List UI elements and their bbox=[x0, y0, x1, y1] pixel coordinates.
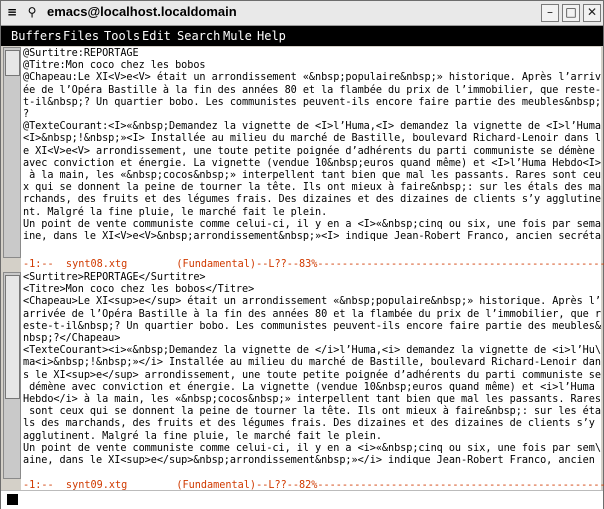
text-line: s le XI<sup>e</sup> arrondissement, une … bbox=[23, 369, 601, 381]
lower-scrollbar-thumb[interactable] bbox=[5, 275, 20, 399]
text-line: Un point de vente communiste comme celui… bbox=[23, 442, 601, 454]
text-line: @Chapeau:Le XI<V>e<V> était un arrondiss… bbox=[23, 72, 601, 84]
menu-buffers[interactable]: Buffers bbox=[11, 29, 62, 43]
text-line: @Titre:Mon coco chez les bobos bbox=[23, 60, 206, 72]
pin-icon[interactable]: ⚲ bbox=[25, 5, 39, 19]
menu-files[interactable]: Files bbox=[63, 29, 99, 43]
menu-help[interactable]: Help bbox=[257, 29, 286, 43]
text-line: ma<i>&nbsp;!&nbsp;»</i> Installée au mil… bbox=[23, 357, 601, 369]
minibuffer[interactable] bbox=[1, 490, 603, 509]
text-line: arrivée de l’Opéra Bastille à la fin des… bbox=[23, 308, 601, 320]
text-line: t-il&nbsp;? Un quartier bobo. Les commun… bbox=[23, 96, 601, 108]
upper-mode-line-text: -1:-- synt08.xtg (Fundamental)--L??--83%… bbox=[23, 259, 604, 270]
text-line: <I>&nbsp;!&nbsp;»<I> Installée au milieu… bbox=[23, 133, 601, 145]
minimize-icon[interactable]: – bbox=[541, 4, 559, 22]
text-line: @Surtitre:REPORTAGE bbox=[23, 48, 139, 59]
menu-mule[interactable]: Mule bbox=[223, 29, 252, 43]
window-title: emacs@localhost.localdomain bbox=[47, 4, 237, 19]
text-line: avec conviction et énergie. La vignette … bbox=[23, 157, 601, 169]
text-line: démène avec conviction et énergie. La vi… bbox=[23, 381, 601, 393]
lower-buffer-text[interactable]: <Surtitre>REPORTAGE</Surtitre> <Titre>Mon… bbox=[21, 271, 601, 479]
text-line: rchands, des fruits et des légumes frais… bbox=[23, 194, 601, 206]
upper-scrollbar[interactable] bbox=[3, 47, 21, 258]
menu-edit[interactable]: Edit bbox=[142, 29, 171, 43]
text-line: nt. Malgré la fine pluie, le marché fait… bbox=[23, 206, 328, 218]
text-line: sont ceux qui se donnent la peine de tou… bbox=[23, 406, 601, 418]
text-line: <Chapeau>Le XI<sup>e</sup> était un arro… bbox=[23, 296, 601, 308]
emacs-window: ≡ ⚲ emacs@localhost.localdomain – □ ✕ Bu… bbox=[0, 0, 604, 509]
upper-scrollbar-thumb[interactable] bbox=[5, 50, 20, 76]
text-line: @TexteCourant:<I>«&nbsp;Demandez la vign… bbox=[23, 121, 601, 133]
cursor-block-icon bbox=[7, 494, 18, 505]
text-line: ls des marchands, des fruits et des légu… bbox=[23, 418, 601, 430]
menu-bar: Buffers Files Tools Edit Search Mule Hel… bbox=[1, 26, 603, 46]
title-bar[interactable]: ≡ ⚲ emacs@localhost.localdomain – □ ✕ bbox=[1, 1, 603, 26]
maximize-icon[interactable]: □ bbox=[562, 4, 580, 22]
menu-search[interactable]: Search bbox=[177, 29, 220, 43]
window-menu-icon[interactable]: ≡ bbox=[5, 5, 19, 19]
text-line: e XI<V>e<V> arrondissement, une toute pe… bbox=[23, 145, 601, 157]
text-line: Un point de vente communiste comme celui… bbox=[23, 218, 601, 230]
text-line: ? bbox=[23, 109, 30, 120]
menu-tools[interactable]: Tools bbox=[104, 29, 140, 43]
upper-mode-line[interactable]: -1:-- synt08.xtg (Fundamental)--L??--83%… bbox=[21, 258, 604, 271]
text-line: <Surtitre>REPORTAGE</Surtitre> bbox=[23, 272, 206, 283]
text-line: x qui se donnent la peine de tourner la … bbox=[23, 182, 601, 194]
text-line: este-t-il&nbsp;? Un quartier bobo. Les c… bbox=[23, 320, 601, 332]
text-line: à la main, les «&nbsp;cocos&nbsp;» inter… bbox=[23, 170, 601, 181]
text-line: agglutinent. Malgré la fine pluie, le ma… bbox=[23, 430, 382, 442]
close-icon[interactable]: ✕ bbox=[583, 4, 601, 22]
text-line: <TexteCourant><i>«&nbsp;Demandez la vign… bbox=[23, 345, 601, 357]
upper-buffer-text[interactable]: @Surtitre:REPORTAGE @Titre:Mon coco chez … bbox=[21, 47, 601, 258]
lower-scrollbar[interactable] bbox=[3, 272, 21, 479]
text-line: Hebdo</i> à la main, les «&nbsp;cocos&nb… bbox=[23, 394, 601, 405]
text-line: <Titre>Mon coco chez les bobos</Titre> bbox=[23, 284, 255, 296]
text-line: nbsp;?</Chapeau> bbox=[23, 333, 121, 344]
text-line: ée de l’Opéra Bastille à la fin des anné… bbox=[23, 84, 601, 96]
text-line: ine, dans le XI<V>e<V>&nbsp;arrondisseme… bbox=[23, 231, 601, 242]
text-line: aine, dans le XI<sup>e</sup>&nbsp;arrond… bbox=[23, 455, 601, 466]
